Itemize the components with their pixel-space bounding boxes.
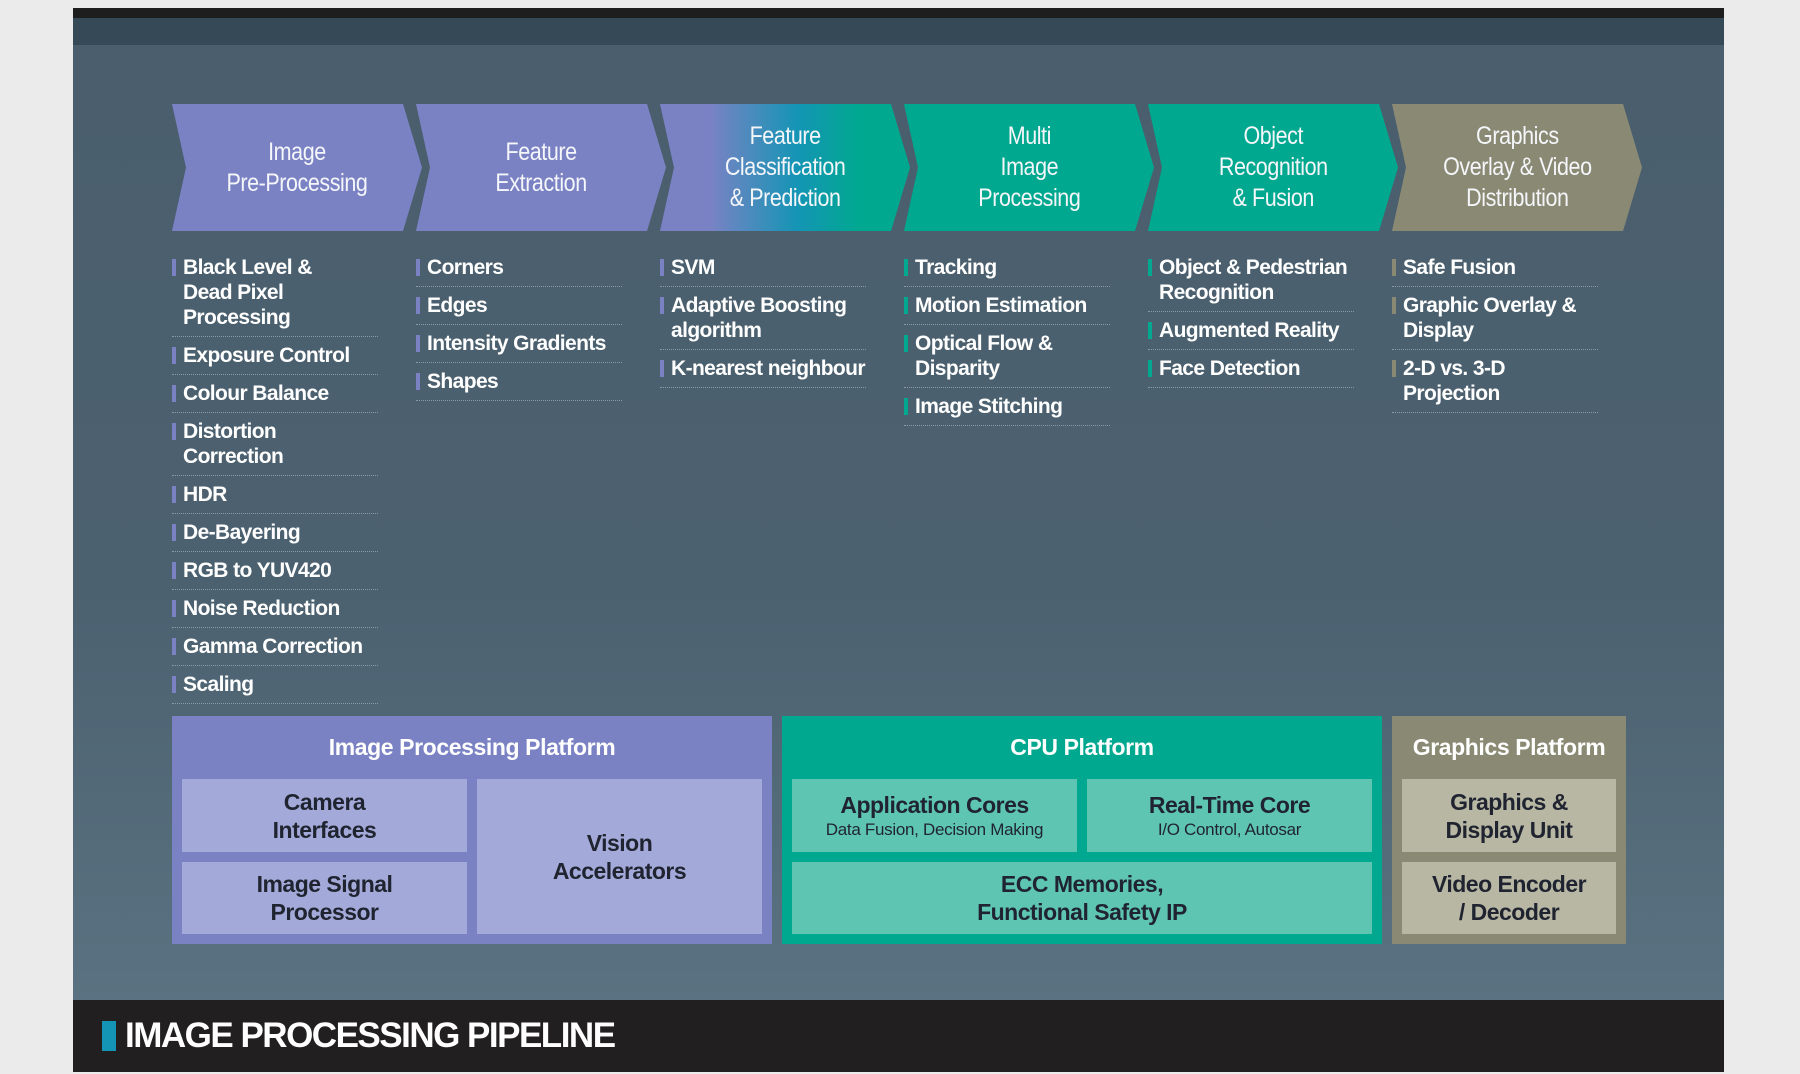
list-feature-extraction: Corners Edges Intensity Gradients Shapes (416, 249, 622, 401)
list-item: Gamma Correction (172, 628, 378, 666)
stage-label: Graphics Overlay & Video Distribution (1442, 122, 1592, 212)
list-item: Corners (416, 249, 622, 287)
stage-label: Feature Extraction (495, 137, 587, 197)
list-item: Tracking (904, 249, 1110, 287)
footer-accent-bar (102, 1021, 116, 1051)
list-item: K-nearest neighbour (660, 350, 866, 388)
list-item: Face Detection (1148, 350, 1354, 388)
application-cores-title: Application Cores (840, 791, 1029, 818)
list-multi-image-processing: Tracking Motion Estimation Optical Flow … (904, 249, 1110, 426)
list-item: Colour Balance (172, 375, 378, 413)
list-item: Optical Flow & Disparity (904, 325, 1110, 388)
list-item: 2-D vs. 3-D Projection (1392, 350, 1598, 413)
list-item: Intensity Gradients (416, 325, 622, 363)
list-graphics-overlay: Safe Fusion Graphic Overlay & Display 2-… (1392, 249, 1598, 413)
platform-title: Graphics Platform (1412, 733, 1606, 760)
list-item: Image Stitching (904, 388, 1110, 426)
stage-feature-classification: Feature Classification & Prediction (660, 104, 910, 231)
list-image-pre-processing: Black Level & Dead Pixel Processing Expo… (172, 249, 378, 704)
list-item: Shapes (416, 363, 622, 401)
real-time-core-box: Real-Time Core I/O Control, Autosar (1087, 779, 1372, 852)
stage-image-pre-processing: Image Pre-Processing (172, 104, 422, 231)
video-encoder-decoder-box: Video Encoder / Decoder (1402, 862, 1616, 934)
list-item: Exposure Control (172, 337, 378, 375)
list-item: Adaptive Boosting algorithm (660, 287, 866, 350)
list-item: Noise Reduction (172, 590, 378, 628)
platform-title: Image Processing Platform (328, 733, 616, 760)
platform-title: CPU Platform (1010, 733, 1154, 760)
image-signal-processor-box: Image Signal Processor (182, 862, 467, 934)
stage-multi-image-processing: Multi Image Processing (904, 104, 1154, 231)
stage-label: Image Pre-Processing (226, 137, 368, 197)
list-item: Augmented Reality (1148, 312, 1354, 350)
real-time-core-subtitle: I/O Control, Autosar (1157, 819, 1302, 839)
list-feature-classification: SVM Adaptive Boosting algorithm K-neares… (660, 249, 866, 388)
list-item: Edges (416, 287, 622, 325)
image-processing-platform: Image Processing Platform Camera Interfa… (172, 716, 772, 944)
graphics-platform: Graphics Platform Graphics & Display Uni… (1392, 716, 1626, 944)
top-border (73, 8, 1724, 18)
list-item: RGB to YUV420 (172, 552, 378, 590)
stage-graphics-overlay: Graphics Overlay & Video Distribution (1392, 104, 1642, 231)
list-item: Object & Pedestrian Recognition (1148, 249, 1354, 312)
list-item: Distortion Correction (172, 413, 378, 476)
list-item: Graphic Overlay & Display (1392, 287, 1598, 350)
stage-label: Object Recognition & Fusion (1218, 122, 1328, 212)
list-item: Motion Estimation (904, 287, 1110, 325)
diagram-title: IMAGE PROCESSING PIPELINE (125, 1016, 616, 1055)
vision-accelerators-box: Vision Accelerators (477, 779, 762, 934)
application-cores-subtitle: Data Fusion, Decision Making (825, 819, 1044, 839)
stage-object-recognition: Object Recognition & Fusion (1148, 104, 1398, 231)
diagram-frame: Image Pre-Processing Feature Extraction … (73, 8, 1724, 1072)
list-item: SVM (660, 249, 866, 287)
real-time-core-title: Real-Time Core (1148, 791, 1311, 818)
top-band (73, 18, 1724, 45)
stage-feature-extraction: Feature Extraction (416, 104, 666, 231)
list-item: Black Level & Dead Pixel Processing (172, 249, 378, 337)
camera-interfaces-box: Camera Interfaces (182, 779, 467, 852)
cpu-platform: CPU Platform Application Cores Data Fusi… (782, 716, 1382, 944)
application-cores-box: Application Cores Data Fusion, Decision … (792, 779, 1077, 852)
ecc-memories-box: ECC Memories, Functional Safety IP (792, 862, 1372, 934)
list-item: Scaling (172, 666, 378, 704)
stage-label: Feature Classification & Prediction (724, 122, 846, 212)
graphics-display-unit-box: Graphics & Display Unit (1402, 779, 1616, 852)
list-item: HDR (172, 476, 378, 514)
footer-bar: IMAGE PROCESSING PIPELINE (73, 1000, 1724, 1072)
list-object-recognition: Object & Pedestrian Recognition Augmente… (1148, 249, 1354, 388)
stage-label: Multi Image Processing (977, 122, 1081, 212)
list-item: De-Bayering (172, 514, 378, 552)
list-item: Safe Fusion (1392, 249, 1598, 287)
